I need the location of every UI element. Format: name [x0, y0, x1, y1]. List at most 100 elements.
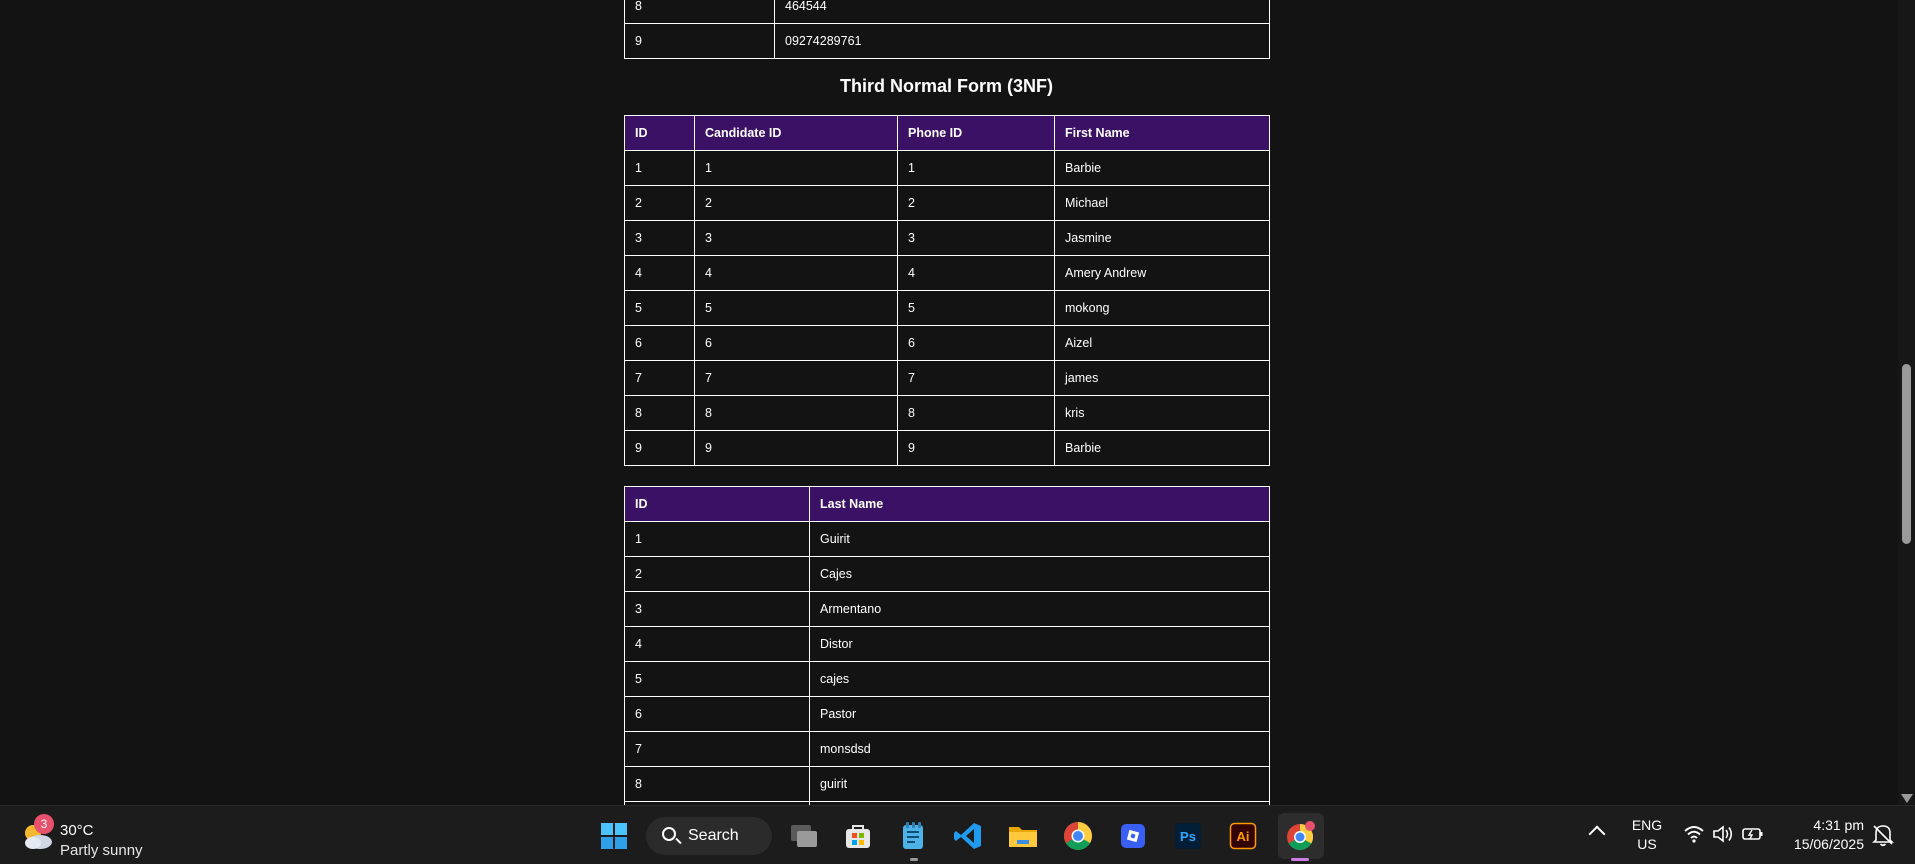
system-clock[interactable]: 4:31 pm 15/06/2025 — [1770, 816, 1864, 854]
illustrator-icon[interactable]: Ai — [1225, 818, 1261, 854]
photoshop-icon[interactable]: Ps — [1170, 818, 1206, 854]
microsoft-store-icon[interactable] — [840, 818, 876, 854]
weather-widget[interactable]: 3 30°C Partly sunny — [20, 814, 160, 859]
table-row: 1 1 1 Barbie — [624, 150, 1270, 186]
table-row: 2 Cajes — [624, 556, 1270, 592]
table-cell: 7 — [694, 360, 898, 396]
wifi-icon[interactable] — [1683, 824, 1705, 844]
table-cell: 5 — [624, 290, 695, 326]
vscode-icon[interactable] — [950, 818, 986, 854]
running-indicator — [910, 858, 918, 861]
weather-temperature: 30°C — [60, 822, 94, 839]
table-cell: cajes — [809, 661, 1270, 697]
table-cell: Amery Andrew — [1054, 255, 1270, 291]
column-header-candidate-id: Candidate ID — [694, 115, 898, 151]
search-icon — [662, 827, 676, 841]
column-header-first-name: First Name — [1054, 115, 1270, 151]
table-cell: 9 — [624, 23, 775, 59]
table-cell: 5 — [694, 290, 898, 326]
table-cell: 8 — [694, 395, 898, 431]
volume-icon[interactable] — [1712, 824, 1734, 844]
table-cell: Cajes — [809, 556, 1270, 592]
table-cell: 5 — [897, 290, 1055, 326]
table-row: 9 9 9 Barbie — [624, 430, 1270, 466]
table-cell: 6 — [624, 325, 695, 361]
scrollbar-thumb[interactable] — [1902, 364, 1911, 544]
table-cell: 1 — [897, 150, 1055, 186]
table-cell: 3 — [624, 220, 695, 256]
table-cell: 9 — [624, 430, 695, 466]
column-header-last-name: Last Name — [809, 486, 1270, 522]
roblox-icon[interactable] — [1115, 818, 1151, 854]
table-cell: 464544 — [774, 0, 1270, 24]
table-row: 1 Guirit — [624, 521, 1270, 557]
table-row: 3 3 3 Jasmine — [624, 220, 1270, 256]
table-cell: 1 — [624, 150, 695, 186]
notification-badge: 3 — [34, 814, 54, 834]
table-cell: Jasmine — [1054, 220, 1270, 256]
table-cell: mokong — [1054, 290, 1270, 326]
table-cell: 8 — [897, 395, 1055, 431]
table-cell: Michael — [1054, 185, 1270, 221]
taskbar: 3 30°C Partly sunny Search Ps Ai ENG US … — [0, 805, 1915, 864]
table-row: 7 monsdsd — [624, 731, 1270, 767]
chrome-profile-icon[interactable] — [1283, 818, 1319, 854]
table-cell: 5 — [624, 661, 810, 697]
names-table-container: ID Candidate ID Phone ID First Name 111B… — [624, 115, 1270, 466]
table-cell: 7 — [624, 360, 695, 396]
lastname-table: ID Last Name 1 Guirit 2 Cajes 3 Armentano 4… — [624, 486, 1270, 805]
table-cell: 4 — [624, 255, 695, 291]
table-cell: 8 — [624, 395, 695, 431]
section-title: Third Normal Form (3NF) — [839, 76, 1053, 96]
table-cell: 3 — [624, 591, 810, 627]
table-cell: Pastor — [809, 696, 1270, 732]
clock-date: 15/06/2025 — [1793, 836, 1864, 852]
previous-table: 8 464544 9 09274289761 — [624, 0, 1270, 59]
table-cell: kris — [1054, 395, 1270, 431]
table-row: 6 Pastor — [624, 696, 1270, 732]
active-indicator — [1291, 858, 1309, 861]
table-row: 3 Armentano — [624, 591, 1270, 627]
table-cell: 8 — [624, 0, 775, 24]
table-cell: james — [1054, 360, 1270, 396]
show-hidden-icons-chevron-icon[interactable] — [1588, 825, 1606, 843]
lastname-table-container: ID Last Name 1 Guirit 2 Cajes 3 Armentano 4… — [624, 486, 1270, 805]
table-cell: 1 — [624, 521, 810, 557]
browser-viewport: 8 464544 9 09274289761 Third Normal Form… — [0, 0, 1898, 805]
table-cell: 6 — [897, 325, 1055, 361]
column-header-id: ID — [624, 486, 810, 522]
weather-description: Partly sunny — [60, 842, 143, 859]
table-cell: 2 — [897, 185, 1055, 221]
table-row: 9 09274289761 — [624, 23, 1270, 59]
battery-icon[interactable] — [1742, 826, 1764, 842]
start-icon[interactable] — [596, 818, 632, 854]
notepad-icon[interactable] — [895, 818, 931, 854]
table-cell: 9 — [897, 430, 1055, 466]
table-row: 8 8 8 kris — [624, 395, 1270, 431]
previous-table-container: 8 464544 9 09274289761 — [624, 0, 1270, 59]
table-cell: 3 — [694, 220, 898, 256]
table-cell: Guirit — [809, 521, 1270, 557]
task-view-icon[interactable] — [786, 818, 822, 854]
clock-time: 4:31 pm — [1813, 817, 1864, 833]
file-explorer-icon[interactable] — [1005, 818, 1041, 854]
table-cell: 3 — [897, 220, 1055, 256]
vertical-scrollbar[interactable] — [1898, 0, 1915, 805]
chrome-icon[interactable] — [1060, 818, 1096, 854]
table-cell: 09274289761 — [774, 23, 1270, 59]
table-cell: 9 — [694, 430, 898, 466]
table-row: 2 2 2 Michael — [624, 185, 1270, 221]
table-row: 6 6 6 Aizel — [624, 325, 1270, 361]
table-cell: Armentano — [809, 591, 1270, 627]
notification-bell-icon[interactable] — [1872, 823, 1894, 847]
table-cell: 6 — [694, 325, 898, 361]
scroll-down-arrow-icon[interactable] — [1901, 794, 1913, 803]
table-cell: 1 — [694, 150, 898, 186]
table-cell: 4 — [897, 255, 1055, 291]
table-cell: Distor — [809, 626, 1270, 662]
language-indicator[interactable]: ENG US — [1630, 816, 1664, 854]
table-cell: 2 — [624, 556, 810, 592]
region-code: US — [1637, 836, 1657, 852]
table-cell: 4 — [624, 626, 810, 662]
search-button[interactable]: Search — [646, 817, 772, 855]
